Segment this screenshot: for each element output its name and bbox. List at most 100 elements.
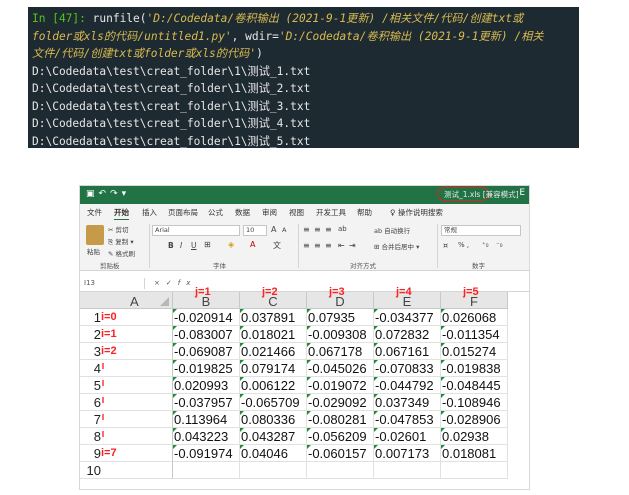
cell-d1[interactable]: 0.07935	[307, 309, 374, 326]
cell-b2[interactable]: -0.083007	[173, 326, 240, 343]
cell-b7[interactable]: 0.113964	[173, 411, 240, 428]
enter-icon[interactable]: ✓	[166, 279, 178, 287]
cell-b5[interactable]: 0.020993	[173, 377, 240, 394]
cell-f6[interactable]: -0.108946	[441, 394, 508, 411]
cell-b10[interactable]	[173, 462, 240, 479]
currency-icon[interactable]: ¤	[443, 241, 448, 250]
row-header[interactable]: 8	[80, 428, 173, 445]
cell-b8[interactable]: 0.043223	[173, 428, 240, 445]
copy-button[interactable]: ⎘ 复制 ▾	[108, 236, 134, 247]
decrease-decimal-icon[interactable]: ⁻₀	[496, 241, 503, 249]
align-middle-icon[interactable]: ≡	[314, 225, 321, 234]
font-color-icon[interactable]: A	[250, 240, 255, 249]
fill-color-icon[interactable]: ◈	[228, 240, 234, 249]
cell-e6[interactable]: 0.037349	[374, 394, 441, 411]
row-header[interactable]: 5	[80, 377, 173, 394]
tab-page-layout[interactable]: 页面布局	[168, 207, 198, 218]
tab-home[interactable]: 开始	[114, 207, 129, 221]
customize-icon[interactable]: ▾	[122, 189, 131, 199]
cell-c8[interactable]: 0.043287	[240, 428, 307, 445]
tab-insert[interactable]: 插入	[142, 207, 157, 218]
cell-f2[interactable]: -0.011354	[441, 326, 508, 343]
cell-d8[interactable]: -0.056209	[307, 428, 374, 445]
align-bottom-icon[interactable]: ≡	[325, 225, 332, 234]
cell-b9[interactable]: -0.091974	[173, 445, 240, 462]
cell-d9[interactable]: -0.060157	[307, 445, 374, 462]
cell-c9[interactable]: 0.04046	[240, 445, 307, 462]
cell-d2[interactable]: -0.009308	[307, 326, 374, 343]
percent-comma-buttons[interactable]: % ,	[458, 241, 469, 249]
cell-e1[interactable]: -0.034377	[374, 309, 441, 326]
cancel-icon[interactable]: ×	[154, 279, 166, 287]
row-header[interactable]: 3 i=2	[80, 343, 173, 360]
cell-b6[interactable]: -0.037957	[173, 394, 240, 411]
cell-d10[interactable]	[307, 462, 374, 479]
cell-e3[interactable]: 0.067161	[374, 343, 441, 360]
grow-font-button[interactable]: A	[271, 225, 276, 234]
cell-f4[interactable]: -0.019838	[441, 360, 508, 377]
cell-b3[interactable]: -0.069087	[173, 343, 240, 360]
font-name-select[interactable]: Arial	[152, 225, 240, 236]
align-left-icon[interactable]: ≡	[303, 241, 310, 250]
cell-f1[interactable]: 0.026068	[441, 309, 508, 326]
cell-d3[interactable]: 0.067178	[307, 343, 374, 360]
align-center-icon[interactable]: ≡	[314, 241, 321, 250]
tab-developer[interactable]: 开发工具	[316, 207, 346, 218]
format-painter-button[interactable]: ✎ 格式刷	[108, 248, 135, 258]
cell-b4[interactable]: -0.019825	[173, 360, 240, 377]
tab-file[interactable]: 文件	[87, 207, 102, 218]
orientation-icon[interactable]: ab	[338, 225, 347, 233]
increase-decimal-icon[interactable]: ⁺₀	[482, 241, 489, 249]
tab-formulas[interactable]: 公式	[208, 207, 223, 218]
row-header[interactable]: 6	[80, 394, 173, 411]
row-header[interactable]: 4	[80, 360, 173, 377]
cell-d6[interactable]: -0.029092	[307, 394, 374, 411]
phonetic-icon[interactable]: 文	[273, 240, 281, 251]
cell-b1[interactable]: -0.020914	[173, 309, 240, 326]
cell-f7[interactable]: -0.028906	[441, 411, 508, 428]
tab-view[interactable]: 视图	[289, 207, 304, 218]
row-header[interactable]: 1 i=0	[80, 309, 173, 326]
cell-c7[interactable]: 0.080336	[240, 411, 307, 428]
cell-f5[interactable]: -0.048445	[441, 377, 508, 394]
increase-indent-icon[interactable]: ⇥	[349, 241, 356, 250]
font-size-select[interactable]: 10	[243, 225, 267, 236]
merge-center-button[interactable]: ⊞ 合并后居中 ▾	[374, 241, 419, 251]
undo-icon[interactable]: ↶	[99, 189, 111, 199]
cell-e8[interactable]: -0.02601	[374, 428, 441, 445]
cell-e2[interactable]: 0.072832	[374, 326, 441, 343]
cell-d4[interactable]: -0.045026	[307, 360, 374, 377]
underline-button[interactable]: U	[191, 241, 197, 250]
name-box[interactable]: I13	[82, 278, 145, 289]
italic-button[interactable]: I	[180, 241, 182, 250]
account-icon[interactable]: E	[519, 188, 525, 198]
cell-e9[interactable]: 0.007173	[374, 445, 441, 462]
row-header[interactable]: 2 i=1	[80, 326, 173, 343]
tab-help[interactable]: 帮助	[357, 207, 372, 218]
cell-e4[interactable]: -0.070833	[374, 360, 441, 377]
cell-c10[interactable]	[240, 462, 307, 479]
save-icon[interactable]: ▣	[86, 189, 99, 199]
borders-icon[interactable]: ⊞	[204, 240, 211, 249]
paste-icon[interactable]	[86, 225, 104, 245]
cell-e5[interactable]: -0.044792	[374, 377, 441, 394]
cell-c3[interactable]: 0.021466	[240, 343, 307, 360]
cell-c4[interactable]: 0.079174	[240, 360, 307, 377]
number-format-select[interactable]: 常规	[441, 225, 521, 236]
cell-c1[interactable]: 0.037891	[240, 309, 307, 326]
cell-f8[interactable]: 0.02938	[441, 428, 508, 445]
tab-data[interactable]: 数据	[235, 207, 250, 218]
bold-button[interactable]: B	[168, 241, 174, 250]
tell-me-search[interactable]: ♀ 操作说明搜索	[390, 207, 443, 218]
cell-c2[interactable]: 0.018021	[240, 326, 307, 343]
cell-c6[interactable]: -0.065709	[240, 394, 307, 411]
shrink-font-button[interactable]: A	[282, 226, 286, 234]
cell-c5[interactable]: 0.006122	[240, 377, 307, 394]
cell-e10[interactable]	[374, 462, 441, 479]
tab-review[interactable]: 审阅	[262, 207, 277, 218]
cell-e7[interactable]: -0.047853	[374, 411, 441, 428]
paste-button[interactable]: 粘贴	[87, 246, 100, 256]
cell-f10[interactable]	[441, 462, 508, 479]
redo-icon[interactable]: ↷	[110, 189, 122, 199]
wrap-text-button[interactable]: ab 自动换行	[374, 225, 410, 235]
